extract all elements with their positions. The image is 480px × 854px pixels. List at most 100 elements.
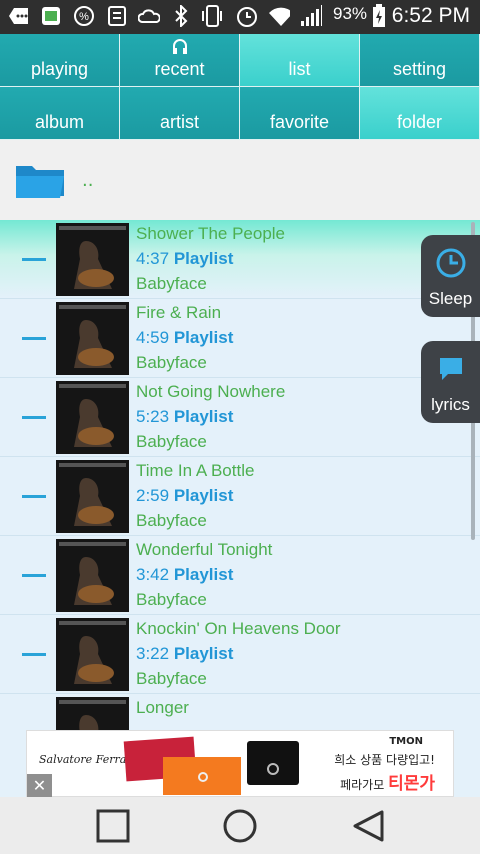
track-artist: Babyface: [136, 511, 207, 530]
ad-banner[interactable]: Salvatore Ferragamo TMON 희소 상품 다량입고! 페라가…: [26, 730, 454, 797]
drag-handle[interactable]: [22, 416, 46, 419]
alarm-icon: [235, 5, 257, 27]
track-row[interactable]: Longer: [0, 694, 480, 730]
track-row[interactable]: Not Going Nowhere 5:23 Playlist Babyface: [0, 378, 480, 457]
ad-copy-accent: 티몬가: [388, 774, 435, 794]
bluetooth-icon: [170, 5, 192, 27]
track-row[interactable]: Fire & Rain 4:59 Playlist Babyface: [0, 299, 480, 378]
drag-handle[interactable]: [22, 574, 46, 577]
drag-handle[interactable]: [22, 258, 46, 261]
track-playlist: Playlist: [173, 249, 234, 268]
track-playlist: Playlist: [173, 644, 234, 663]
tab-label: album: [34, 112, 85, 132]
album-art: [56, 460, 129, 533]
more-icon: [8, 5, 30, 27]
album-art: [56, 618, 129, 691]
track-playlist: Playlist: [173, 486, 234, 505]
track-meta: 5:23 Playlist: [136, 407, 233, 427]
track-title: Wonderful Tonight: [136, 540, 273, 559]
tab-label: favorite: [269, 112, 330, 132]
battery-charging-icon: [368, 4, 390, 27]
tab-recent[interactable]: recent: [120, 34, 240, 87]
track-duration: 3:42: [136, 565, 170, 584]
lyrics-label: lyrics: [431, 395, 470, 414]
track-duration: 4:59: [136, 328, 170, 347]
track-meta: 3:22 Playlist: [136, 644, 233, 664]
drag-handle[interactable]: [22, 495, 46, 498]
tab-favorite[interactable]: favorite: [240, 87, 360, 140]
track-duration: 3:22: [136, 644, 170, 663]
track-title: Time In A Bottle: [136, 461, 255, 480]
album-art: [56, 302, 129, 375]
back-icon[interactable]: [352, 809, 386, 843]
tab-label: setting: [392, 59, 447, 79]
tab-grid: playing recent list setting album artist…: [0, 34, 480, 140]
sleep-label: Sleep: [428, 289, 473, 308]
album-art: [56, 539, 129, 612]
track-row[interactable]: Wonderful Tonight 3:42 Playlist Babyface: [0, 536, 480, 615]
parent-folder-label: ..: [82, 170, 94, 191]
recent-apps-icon[interactable]: [96, 809, 130, 843]
track-row[interactable]: Knockin' On Heavens Door 3:22 Playlist B…: [0, 615, 480, 694]
parent-folder-row[interactable]: ..: [0, 140, 480, 220]
track-meta: 2:59 Playlist: [136, 486, 233, 506]
track-row[interactable]: Time In A Bottle 2:59 Playlist Babyface: [0, 457, 480, 536]
track-meta: 3:42 Playlist: [136, 565, 233, 585]
track-artist: Babyface: [136, 274, 207, 293]
clock-icon: [435, 247, 467, 284]
track-duration: 4:37: [136, 249, 170, 268]
tab-label: playing: [30, 59, 89, 79]
sleep-button[interactable]: Sleep: [421, 235, 480, 317]
lyrics-button[interactable]: lyrics: [421, 341, 480, 423]
svg-text:%: %: [79, 11, 89, 23]
weather-icon: [138, 5, 160, 27]
task-icon: [106, 5, 128, 27]
album-art: [56, 223, 129, 296]
track-title: Knockin' On Heavens Door: [136, 619, 341, 638]
ad-product-image: [123, 735, 323, 796]
tab-folder[interactable]: folder: [360, 87, 480, 140]
tab-album[interactable]: album: [0, 87, 120, 140]
percent-icon: %: [73, 5, 95, 27]
ad-copy-line1: 희소 상품 다량입고!: [334, 753, 435, 767]
tab-label: list: [288, 59, 311, 79]
album-art: [56, 381, 129, 454]
track-list[interactable]: Shower The People 4:37 Playlist Babyface…: [0, 220, 480, 730]
track-row[interactable]: Shower The People 4:37 Playlist Babyface: [0, 220, 480, 299]
tab-setting[interactable]: setting: [360, 34, 480, 87]
tab-label: artist: [159, 112, 199, 132]
ad-copy-prefix: 페라가모: [340, 778, 389, 792]
track-meta: 4:59 Playlist: [136, 328, 233, 348]
tab-list[interactable]: list: [240, 34, 360, 87]
track-playlist: Playlist: [173, 407, 234, 426]
ad-close-button[interactable]: ✕: [27, 774, 52, 797]
home-icon[interactable]: [223, 809, 257, 843]
folder-icon: [14, 160, 66, 204]
track-duration: 2:59: [136, 486, 170, 505]
chat-bubble-icon: [435, 353, 467, 390]
headphones-icon: [171, 37, 189, 60]
vibrate-icon: [200, 5, 222, 27]
wifi-icon: [268, 5, 290, 27]
album-art: [56, 697, 129, 730]
ad-copy-line2: 페라가모 티몬가: [340, 769, 435, 794]
drag-handle[interactable]: [22, 653, 46, 656]
battery-percent: 93%: [333, 4, 368, 23]
drag-handle[interactable]: [22, 337, 46, 340]
track-artist: Babyface: [136, 432, 207, 451]
track-title: Shower The People: [136, 224, 286, 243]
signal-icon: [300, 5, 322, 27]
track-playlist: Playlist: [173, 565, 234, 584]
tab-artist[interactable]: artist: [120, 87, 240, 140]
track-title: Fire & Rain: [136, 303, 222, 322]
track-artist: Babyface: [136, 590, 207, 609]
system-nav-bar: [0, 797, 480, 854]
track-title: Not Going Nowhere: [136, 382, 286, 401]
track-meta: 4:37 Playlist: [136, 249, 233, 269]
track-playlist: Playlist: [173, 328, 234, 347]
track-title: Longer: [136, 698, 189, 717]
tab-label: recent: [154, 59, 205, 79]
tab-playing[interactable]: playing: [0, 34, 120, 87]
notes-icon: [40, 5, 62, 27]
status-bar: % 93% 6:52 PM: [0, 0, 480, 34]
